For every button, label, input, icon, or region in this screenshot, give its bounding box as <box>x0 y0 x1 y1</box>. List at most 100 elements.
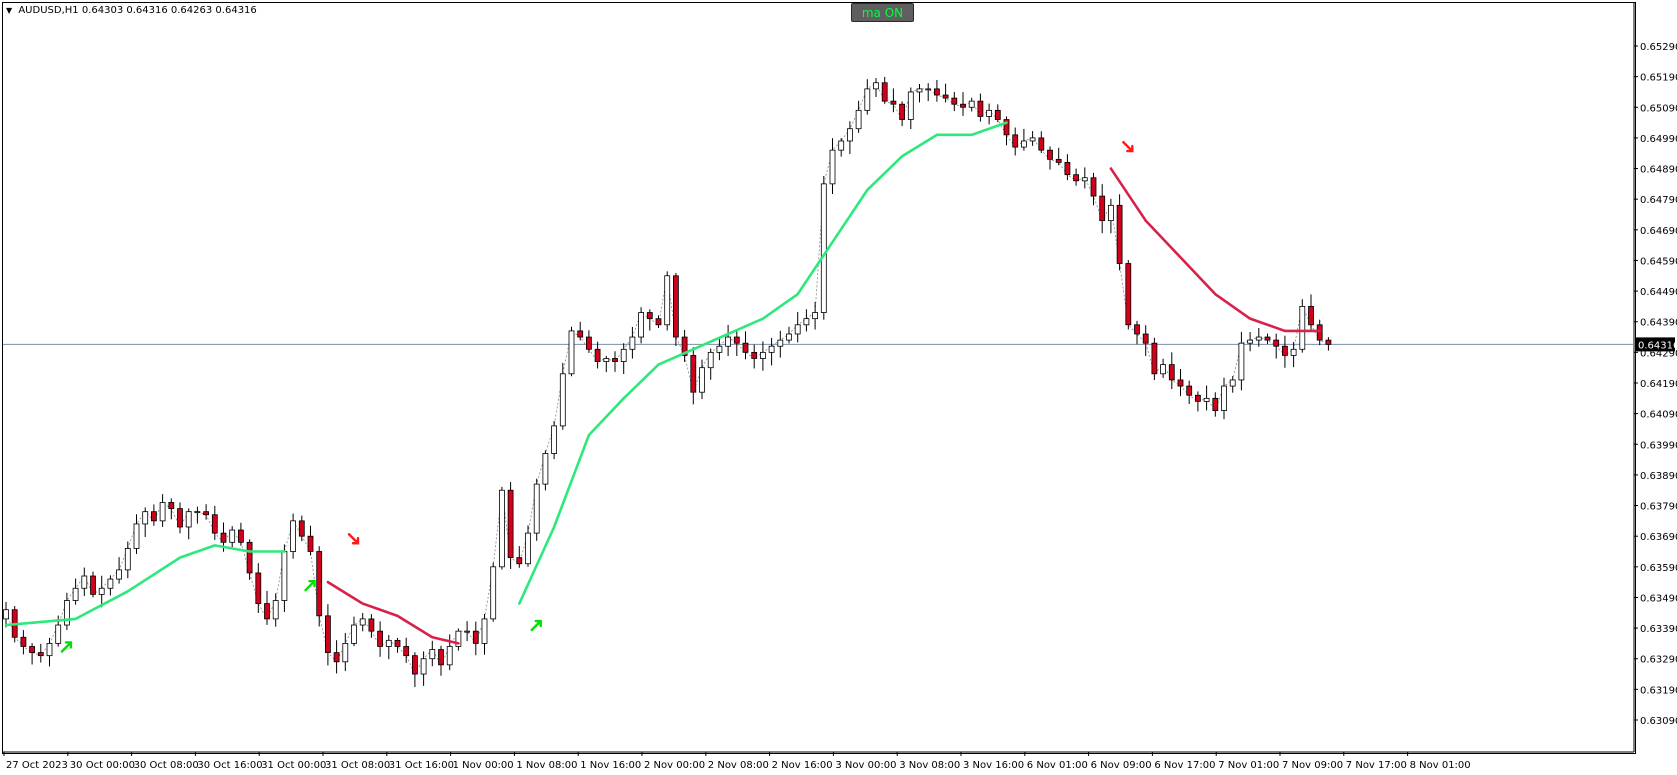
candle-body <box>1203 397 1210 402</box>
candle-body <box>551 425 557 454</box>
candle-body <box>1195 394 1201 402</box>
candle-body <box>612 358 618 362</box>
x-tick-label: 27 Oct 2023 <box>6 760 68 771</box>
y-tick-label: 0.64490 <box>1640 287 1677 298</box>
candle-body <box>559 373 566 427</box>
candle-body <box>977 100 984 117</box>
y-tick-label: 0.65190 <box>1640 73 1677 84</box>
candle-body <box>98 587 105 595</box>
candle-body <box>646 312 653 320</box>
candle-body <box>1064 162 1071 176</box>
candle-body <box>464 630 471 633</box>
x-tick-label: 1 Nov 00:00 <box>453 760 514 771</box>
candle-body <box>351 624 357 644</box>
signal-arrow-down-icon <box>1122 140 1134 153</box>
candle-body <box>246 541 253 574</box>
candle-body <box>942 94 949 99</box>
candle-body <box>420 658 427 675</box>
y-tick-label: 0.63990 <box>1640 440 1677 451</box>
candle-body <box>124 548 131 571</box>
x-tick-label: 6 Nov 09:00 <box>1091 760 1152 771</box>
candle-body <box>768 345 775 353</box>
candle-body <box>533 483 540 534</box>
candle-body <box>777 339 784 347</box>
candle-body <box>203 511 210 516</box>
candle-body <box>864 88 871 111</box>
candle-body <box>986 109 992 117</box>
candle-body <box>760 351 766 359</box>
candle-body <box>890 100 897 105</box>
candle-body <box>142 511 149 525</box>
x-tick-label: 7 Nov 01:00 <box>1218 760 1279 771</box>
x-tick-label: 6 Nov 01:00 <box>1027 760 1088 771</box>
candle-body <box>342 643 349 663</box>
signal-arrow-up-icon <box>530 619 542 632</box>
candle-body <box>1116 204 1123 264</box>
candle-body <box>812 312 818 320</box>
y-tick-label: 0.64590 <box>1640 256 1677 267</box>
candle-body <box>307 535 314 552</box>
signal-arrow-down-icon <box>347 533 360 545</box>
candle-body <box>1290 348 1297 356</box>
candle-body <box>359 618 366 626</box>
x-tick-label: 6 Nov 17:00 <box>1154 760 1215 771</box>
candle-body <box>629 336 636 350</box>
candle-body <box>855 109 862 130</box>
candle-body <box>733 336 740 344</box>
candle-body <box>1108 204 1114 222</box>
candle-body <box>3 609 9 620</box>
y-tick-label: 0.63490 <box>1640 593 1677 604</box>
candle-body <box>960 103 966 108</box>
candle-body <box>925 88 932 91</box>
candle-body <box>133 523 140 549</box>
candle-body <box>655 318 662 326</box>
y-tick-label: 0.64390 <box>1640 318 1677 329</box>
candle-body <box>490 566 497 620</box>
candle-body <box>1247 339 1253 344</box>
candle-body <box>820 183 827 313</box>
candle-body <box>64 600 70 626</box>
ma-line-down <box>1109 167 1321 333</box>
candle-body <box>1308 306 1314 326</box>
x-tick-label: 7 Nov 09:00 <box>1282 760 1343 771</box>
candle-body <box>916 88 923 93</box>
candle-body <box>1081 177 1088 182</box>
candle-body <box>29 646 36 653</box>
candle-body <box>742 342 749 353</box>
candle-body <box>1160 364 1166 375</box>
candle-body <box>803 318 810 326</box>
x-tick-label: 8 Nov 01:00 <box>1410 760 1471 771</box>
candle-body <box>794 324 801 335</box>
candle-body <box>177 508 183 528</box>
y-tick-label: 0.63290 <box>1640 655 1677 666</box>
candle-body <box>690 355 697 393</box>
candle-body <box>498 489 505 568</box>
candle-body <box>994 109 1001 120</box>
ma-line-up <box>4 544 286 627</box>
candle-body <box>1055 158 1062 163</box>
candle-body <box>1151 342 1158 375</box>
candle-body <box>1325 339 1332 345</box>
candle-body <box>333 652 340 663</box>
candle-body <box>211 514 218 534</box>
candle-body <box>264 603 270 620</box>
candle-body <box>1212 397 1219 411</box>
candle-body <box>403 646 410 657</box>
x-tick-label: 2 Nov 00:00 <box>644 760 705 771</box>
candle-body <box>1299 306 1306 350</box>
candle-body <box>438 649 444 666</box>
x-tick-label: 1 Nov 16:00 <box>580 760 641 771</box>
candle-body <box>873 82 879 90</box>
candle-body <box>255 572 262 604</box>
candle-body <box>290 520 297 552</box>
candle-body <box>394 639 401 647</box>
candle-body <box>1047 149 1053 160</box>
y-tick-label: 0.65290 <box>1640 42 1677 53</box>
candle-body <box>1264 336 1271 341</box>
candle-body <box>1316 324 1323 341</box>
candle-body <box>1282 345 1288 356</box>
signal-arrow-up-icon <box>60 641 73 653</box>
candle-body <box>1090 177 1097 197</box>
candle-body <box>751 351 758 359</box>
x-tick-label: 31 Oct 08:00 <box>325 760 390 771</box>
